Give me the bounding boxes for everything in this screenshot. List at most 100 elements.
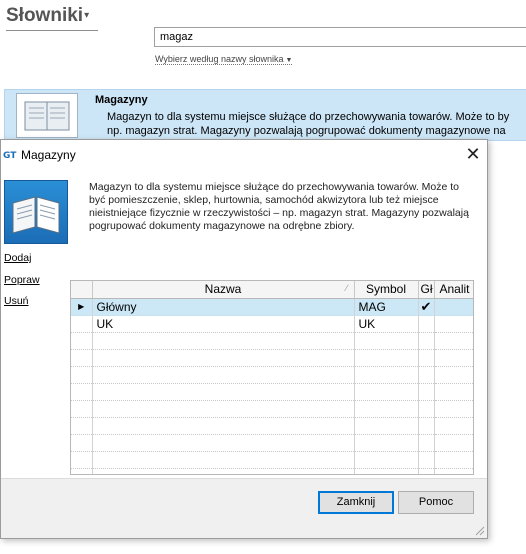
cell-analytic[interactable] <box>434 366 473 384</box>
chevron-down-icon[interactable]: ▾ <box>84 10 89 21</box>
search-input[interactable] <box>154 27 526 47</box>
cell-name[interactable] <box>92 332 355 350</box>
row-indicator <box>71 349 93 367</box>
cell-symbol[interactable]: UK <box>354 315 419 333</box>
page-title[interactable]: Słowniki▾ <box>6 5 98 31</box>
cell-analytic[interactable] <box>434 298 473 316</box>
edit-link[interactable]: Popraw <box>4 274 40 286</box>
empty-row[interactable] <box>71 366 473 384</box>
row-indicator: ▶ <box>71 298 93 316</box>
book-icon <box>16 93 78 138</box>
filter-hint-link[interactable]: Wybierz według nazwy słownika ▼ <box>155 54 293 65</box>
cell-main[interactable] <box>418 366 435 384</box>
card-title: Magazyny <box>95 94 148 106</box>
cell-analytic[interactable] <box>434 315 473 333</box>
cell-symbol[interactable] <box>354 332 419 350</box>
dialog-titlebar[interactable]: GT Magazyny ✕ <box>1 140 487 170</box>
cell-main[interactable] <box>418 400 435 418</box>
dictionary-card[interactable]: Magazyny Magazyn to dla systemu miejsce … <box>4 89 526 141</box>
empty-row[interactable] <box>71 383 473 401</box>
row-indicator <box>71 315 93 333</box>
close-icon[interactable]: ✕ <box>463 144 483 164</box>
empty-row[interactable] <box>71 468 473 474</box>
svg-text:GT: GT <box>3 151 17 160</box>
card-description: Magazyn to dla systemu miejsce służące d… <box>107 110 509 138</box>
cell-analytic[interactable] <box>434 400 473 418</box>
cell-name[interactable]: Główny <box>92 298 355 316</box>
cell-symbol[interactable] <box>354 451 419 469</box>
row-indicator <box>71 332 93 350</box>
column-header-main[interactable]: Gł <box>418 281 435 299</box>
empty-row[interactable] <box>71 434 473 452</box>
cell-analytic[interactable] <box>434 434 473 452</box>
sort-icon: ⁄ <box>345 283 348 293</box>
column-header-name-text: Nazwa <box>204 282 242 297</box>
resize-grip-icon[interactable] <box>473 524 485 536</box>
row-indicator <box>71 400 93 418</box>
cell-analytic[interactable] <box>434 332 473 350</box>
grid-header-row: Nazwa ⁄ Symbol Gł Analit <box>71 281 473 299</box>
cell-analytic[interactable] <box>434 468 473 474</box>
cell-analytic[interactable] <box>434 417 473 435</box>
dialog-title: Magazyny <box>21 148 76 162</box>
cell-name[interactable] <box>92 383 355 401</box>
cell-symbol[interactable] <box>354 434 419 452</box>
cell-analytic[interactable] <box>434 383 473 401</box>
cell-main[interactable] <box>418 451 435 469</box>
table-row[interactable]: ▶ Główny MAG ✔ <box>71 298 473 316</box>
dialog-body: Magazyn to dla systemu miejsce służące d… <box>1 170 487 478</box>
cell-name[interactable] <box>92 434 355 452</box>
cell-symbol[interactable] <box>354 400 419 418</box>
cell-name[interactable] <box>92 400 355 418</box>
table-row[interactable]: UK UK <box>71 315 473 333</box>
dialog-footer: Zamknij Pomoc <box>1 478 487 538</box>
filter-hint-text: Wybierz według nazwy słownika <box>155 54 284 64</box>
help-button[interactable]: Pomoc <box>398 491 474 514</box>
empty-row[interactable] <box>71 417 473 435</box>
current-row-arrow-icon: ▶ <box>78 302 85 311</box>
column-header-analytic[interactable]: Analit <box>434 281 473 299</box>
delete-link[interactable]: Usuń <box>4 295 29 307</box>
column-header-name[interactable]: Nazwa ⁄ <box>92 281 355 299</box>
column-header-symbol[interactable]: Symbol <box>354 281 419 299</box>
close-button[interactable]: Zamknij <box>318 491 394 514</box>
cell-symbol[interactable]: MAG <box>354 298 419 316</box>
cell-main[interactable]: ✔ <box>418 298 435 316</box>
cell-analytic[interactable] <box>434 451 473 469</box>
cell-main[interactable] <box>418 434 435 452</box>
cell-main[interactable] <box>418 417 435 435</box>
open-book-icon <box>4 180 68 244</box>
empty-row[interactable] <box>71 451 473 469</box>
cell-name[interactable] <box>92 366 355 384</box>
row-indicator <box>71 417 93 435</box>
empty-row[interactable] <box>71 400 473 418</box>
cell-symbol[interactable] <box>354 366 419 384</box>
row-indicator <box>71 383 93 401</box>
cell-name[interactable] <box>92 468 355 474</box>
row-indicator <box>71 434 93 452</box>
cell-main[interactable] <box>418 332 435 350</box>
app-logo-icon: GT <box>3 148 17 160</box>
magazines-dialog: GT Magazyny ✕ Magazyn to dla systemu mie… <box>0 139 488 539</box>
cell-main[interactable] <box>418 315 435 333</box>
cell-symbol[interactable] <box>354 468 419 474</box>
cell-main[interactable] <box>418 468 435 474</box>
row-indicator-header <box>71 281 93 299</box>
magazines-grid[interactable]: Nazwa ⁄ Symbol Gł Analit ▶ Główny MAG ✔ UK UK <box>70 280 474 475</box>
cell-name[interactable] <box>92 451 355 469</box>
chevron-down-icon: ▼ <box>285 57 293 64</box>
checkmark-icon: ✔ <box>420 298 432 314</box>
cell-name[interactable]: UK <box>92 315 355 333</box>
cell-analytic[interactable] <box>434 349 473 367</box>
cell-main[interactable] <box>418 349 435 367</box>
cell-name[interactable] <box>92 349 355 367</box>
dialog-description: Magazyn to dla systemu miejsce służące d… <box>89 181 469 232</box>
cell-main[interactable] <box>418 383 435 401</box>
cell-symbol[interactable] <box>354 383 419 401</box>
add-link[interactable]: Dodaj <box>4 252 31 264</box>
cell-name[interactable] <box>92 417 355 435</box>
empty-row[interactable] <box>71 349 473 367</box>
cell-symbol[interactable] <box>354 349 419 367</box>
cell-symbol[interactable] <box>354 417 419 435</box>
empty-row[interactable] <box>71 332 473 350</box>
